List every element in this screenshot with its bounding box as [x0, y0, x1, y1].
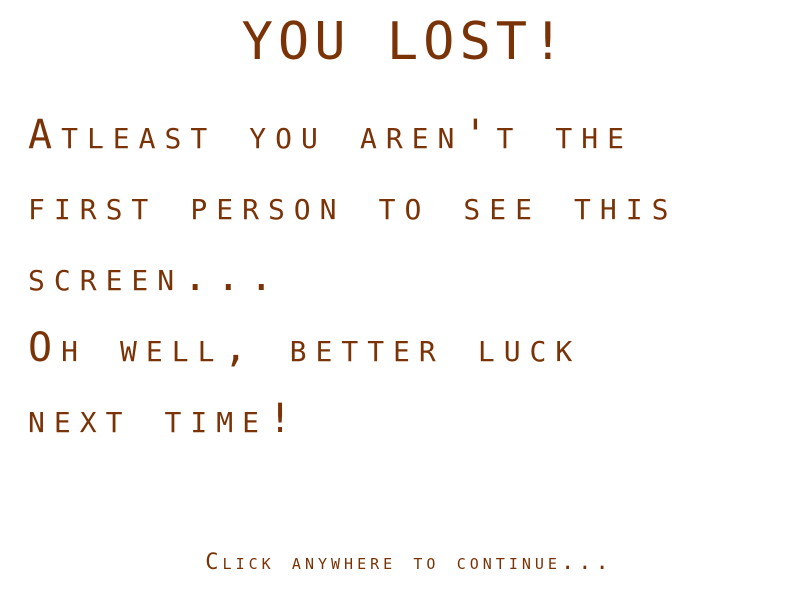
- game-over-title: YOU LOST!: [241, 12, 569, 72]
- message-line: next time!: [28, 396, 302, 442]
- message-line: screen...: [28, 254, 283, 300]
- message-line: first person to see this: [28, 183, 678, 229]
- game-over-message: Atleast you aren't the first person to s…: [28, 100, 800, 455]
- game-over-screen[interactable]: YOU LOST! Atleast you aren't the first p…: [0, 0, 800, 600]
- continue-prompt[interactable]: Click anywhere to continue...: [0, 545, 800, 581]
- message-line: Oh well, better luck: [28, 325, 582, 371]
- message-line: Atleast you aren't the: [28, 112, 633, 158]
